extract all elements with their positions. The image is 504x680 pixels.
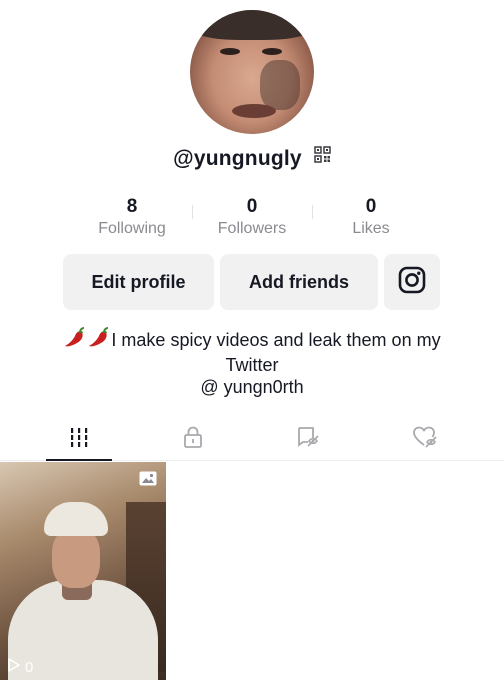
stat-value: 0 (246, 196, 258, 217)
thumbnail-person-beanie (44, 502, 108, 536)
profile-tabs (0, 418, 504, 461)
bio-line-1: I make spicy videos and leak them on my (0, 327, 504, 354)
bio-text: I make spicy videos and leak them on my (111, 330, 441, 350)
bio-line-3[interactable]: @ yungn0rth (0, 376, 504, 398)
edit-profile-button[interactable]: Edit profile (63, 254, 214, 310)
video-views: 0 (7, 657, 33, 677)
view-count: 0 (25, 658, 34, 676)
stat-followers[interactable]: 0 Followers (192, 196, 312, 239)
avatar-eye (262, 48, 282, 55)
hot-pepper-icon (87, 327, 111, 354)
profile-avatar[interactable] (190, 10, 314, 134)
stats-divider (312, 205, 313, 219)
play-icon (7, 657, 21, 677)
tab-private[interactable] (163, 418, 223, 460)
private-lock-icon (181, 425, 205, 454)
instagram-icon (398, 266, 426, 299)
profile-stats: 8 Following 0 Followers 0 Likes (0, 196, 504, 244)
username-row: @yungnugly (0, 145, 504, 171)
videos-grid-icon (68, 426, 90, 453)
stat-following[interactable]: 8 Following (72, 196, 192, 239)
stat-label: Followers (217, 220, 287, 237)
liked-hidden-icon (412, 425, 440, 454)
tab-tagged[interactable] (279, 418, 339, 460)
add-friends-button[interactable]: Add friends (220, 254, 378, 310)
stats-divider (192, 205, 193, 219)
instagram-button[interactable] (384, 254, 440, 310)
avatar-mouth (232, 104, 276, 118)
stat-likes[interactable]: 0 Likes (311, 196, 431, 239)
active-tab-indicator (46, 459, 112, 461)
stat-label: Following (98, 220, 166, 237)
video-thumbnail[interactable]: 0 (0, 462, 166, 680)
tagged-icon (296, 425, 322, 454)
thumbnail-person-face (52, 528, 100, 588)
avatar-eye (220, 48, 240, 55)
stat-label: Likes (352, 220, 390, 237)
photo-post-icon (139, 471, 157, 491)
profile-bio: I make spicy videos and leak them on my … (0, 327, 504, 398)
hot-pepper-icon (63, 327, 87, 354)
avatar-hair (190, 10, 314, 40)
stat-value: 8 (126, 196, 138, 217)
bio-line-2: Twitter (225, 355, 279, 375)
qr-code-icon[interactable] (314, 145, 331, 169)
tab-liked[interactable] (396, 418, 456, 460)
tab-videos[interactable] (49, 418, 109, 460)
stat-value: 0 (365, 196, 377, 217)
username: @yungnugly (173, 147, 302, 170)
avatar-tattoo (260, 60, 300, 110)
